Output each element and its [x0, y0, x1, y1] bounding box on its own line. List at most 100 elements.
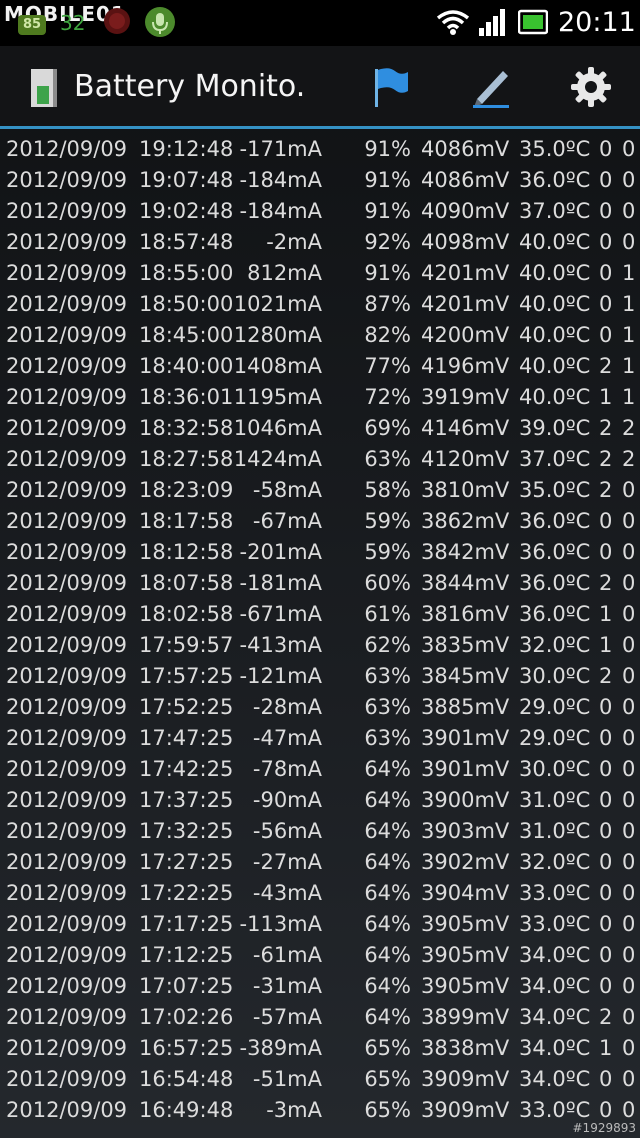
- log-flag-b: 0: [622, 168, 636, 192]
- log-temperature: 40.0ºC: [519, 323, 591, 347]
- log-temperature: 35.0ºC: [519, 137, 591, 161]
- log-current: -181mA: [239, 571, 322, 595]
- log-row[interactable]: 2012/09/09 17:57:25 -121mA 63% 3845mV 30.0ºC 2…: [0, 661, 640, 692]
- log-row[interactable]: 2012/09/09 18:07:58 -181mA 60% 3844mV 36.0ºC 2…: [0, 568, 640, 599]
- log-date: 2012/09/09: [6, 664, 128, 688]
- notification-badge: 85: [18, 15, 46, 35]
- log-flag-a: 2: [599, 664, 613, 688]
- log-current: 1408mA: [233, 354, 322, 378]
- log-current: -67mA: [252, 509, 322, 533]
- log-current: 1021mA: [233, 292, 322, 316]
- edit-icon: [473, 71, 509, 108]
- log-current: 1424mA: [233, 447, 322, 471]
- log-time: 18:07:58: [139, 571, 234, 595]
- log-current: -51mA: [252, 1067, 322, 1091]
- log-time: 18:55:00: [139, 261, 234, 285]
- log-row[interactable]: 2012/09/09 18:32:58 1046mA 69% 4146mV 39.0ºC 2…: [0, 413, 640, 444]
- log-current: -413mA: [239, 633, 322, 657]
- log-time: 16:57:25: [139, 1036, 234, 1060]
- app-screen: MOBILE01 85 32 20:11 Battery Monito. 201…: [0, 0, 640, 1138]
- log-flag-b: 0: [622, 664, 636, 688]
- log-temperature: 32.0ºC: [519, 850, 591, 874]
- log-percent: 61%: [364, 602, 411, 626]
- log-date: 2012/09/09: [6, 726, 128, 750]
- log-row[interactable]: 2012/09/09 19:07:48 -184mA 91% 4086mV 36.0ºC 0…: [0, 165, 640, 196]
- log-row[interactable]: 2012/09/09 17:17:25 -113mA 64% 3905mV 33.0ºC 0…: [0, 909, 640, 940]
- log-row[interactable]: 2012/09/09 16:57:25 -389mA 65% 3838mV 34.0ºC 1…: [0, 1033, 640, 1064]
- log-row[interactable]: 2012/09/09 17:59:57 -413mA 62% 3835mV 32.0ºC 1…: [0, 630, 640, 661]
- log-flag-b: 0: [622, 1067, 636, 1091]
- log-date: 2012/09/09: [6, 261, 128, 285]
- log-row[interactable]: 2012/09/09 18:12:58 -201mA 59% 3842mV 36.0ºC 0…: [0, 537, 640, 568]
- log-row[interactable]: 2012/09/09 18:50:00 1021mA 87% 4201mV 40.0ºC 0…: [0, 289, 640, 320]
- log-date: 2012/09/09: [6, 695, 128, 719]
- log-flag-a: 1: [599, 633, 613, 657]
- log-date: 2012/09/09: [6, 199, 128, 223]
- log-row[interactable]: 2012/09/09 18:23:09 -58mA 58% 3810mV 35.0ºC 2 0: [0, 475, 640, 506]
- log-row[interactable]: 2012/09/09 18:45:00 1280mA 82% 4200mV 40.0ºC 0…: [0, 320, 640, 351]
- log-date: 2012/09/09: [6, 385, 128, 409]
- log-time: 18:27:58: [139, 447, 234, 471]
- status-bar: MOBILE01 85 32 20:11: [0, 0, 640, 46]
- log-row[interactable]: 2012/09/09 16:49:48 -3mA 65% 3909mV 33.0ºC 0 0: [0, 1095, 640, 1126]
- log-row[interactable]: 2012/09/09 18:27:58 1424mA 63% 4120mV 37.0ºC 2…: [0, 444, 640, 475]
- log-flag-b: 1: [622, 292, 636, 316]
- log-row[interactable]: 2012/09/09 19:02:48 -184mA 91% 4090mV 37.0ºC 0…: [0, 196, 640, 227]
- log-flag-a: 0: [599, 137, 613, 161]
- settings-button[interactable]: [564, 60, 618, 114]
- log-row[interactable]: 2012/09/09 17:22:25 -43mA 64% 3904mV 33.0ºC 0 0: [0, 878, 640, 909]
- log-flag-b: 0: [622, 199, 636, 223]
- log-row[interactable]: 2012/09/09 18:36:01 1195mA 72% 3919mV 40.0ºC 1…: [0, 382, 640, 413]
- log-flag-a: 0: [599, 509, 613, 533]
- log-row[interactable]: 2012/09/09 17:32:25 -56mA 64% 3903mV 31.0ºC 0 0: [0, 816, 640, 847]
- log-time: 18:17:58: [139, 509, 234, 533]
- log-row[interactable]: 2012/09/09 18:55:00 812mA 91% 4201mV 40.0ºC 0 1: [0, 258, 640, 289]
- log-row[interactable]: 2012/09/09 18:17:58 -67mA 59% 3862mV 36.0ºC 0 0: [0, 506, 640, 537]
- log-temperature: 36.0ºC: [519, 602, 591, 626]
- log-row[interactable]: 2012/09/09 18:02:58 -671mA 61% 3816mV 36.0ºC 1…: [0, 599, 640, 630]
- log-current: -121mA: [239, 664, 322, 688]
- log-row[interactable]: 2012/09/09 17:27:25 -27mA 64% 3902mV 32.0ºC 0 0: [0, 847, 640, 878]
- log-row[interactable]: 2012/09/09 19:12:48 -171mA 91% 4086mV 35.0ºC 0…: [0, 134, 640, 165]
- log-flag-b: 0: [622, 943, 636, 967]
- log-date: 2012/09/09: [6, 1036, 128, 1060]
- log-date: 2012/09/09: [6, 323, 128, 347]
- log-percent: 82%: [364, 323, 411, 347]
- log-voltage: 3903mV: [421, 819, 510, 843]
- log-time: 18:40:00: [139, 354, 234, 378]
- log-row[interactable]: 2012/09/09 17:02:26 -57mA 64% 3899mV 34.0ºC 2 0: [0, 1002, 640, 1033]
- log-temperature: 40.0ºC: [519, 292, 591, 316]
- log-row[interactable]: 2012/09/09 17:42:25 -78mA 64% 3901mV 30.0ºC 0 0: [0, 754, 640, 785]
- log-flag-b: 2: [622, 416, 636, 440]
- log-percent: 60%: [364, 571, 411, 595]
- log-voltage: 3885mV: [421, 695, 510, 719]
- log-temperature: 36.0ºC: [519, 509, 591, 533]
- edit-button[interactable]: [464, 60, 518, 114]
- log-voltage: 3905mV: [421, 943, 510, 967]
- log-date: 2012/09/09: [6, 788, 128, 812]
- log-flag-a: 0: [599, 788, 613, 812]
- log-date: 2012/09/09: [6, 1005, 128, 1029]
- log-temperature: 30.0ºC: [519, 664, 591, 688]
- log-current: -56mA: [252, 819, 322, 843]
- log-flag-a: 2: [599, 416, 613, 440]
- log-voltage: 3905mV: [421, 912, 510, 936]
- log-voltage: 3904mV: [421, 881, 510, 905]
- log-temperature: 40.0ºC: [519, 385, 591, 409]
- log-voltage: 3845mV: [421, 664, 510, 688]
- battery-log-list[interactable]: 2012/09/09 19:12:48 -171mA 91% 4086mV 35.0ºC 0…: [0, 129, 640, 1129]
- log-temperature: 40.0ºC: [519, 261, 591, 285]
- log-row[interactable]: 2012/09/09 18:57:48 -2mA 92% 4098mV 40.0ºC 0 0: [0, 227, 640, 258]
- flag-button[interactable]: [364, 60, 418, 114]
- log-row[interactable]: 2012/09/09 17:52:25 -28mA 63% 3885mV 29.0ºC 0 0: [0, 692, 640, 723]
- log-temperature: 31.0ºC: [519, 819, 591, 843]
- log-flag-a: 0: [599, 323, 613, 347]
- log-row[interactable]: 2012/09/09 18:40:00 1408mA 77% 4196mV 40.0ºC 2…: [0, 351, 640, 382]
- log-row[interactable]: 2012/09/09 17:12:25 -61mA 64% 3905mV 34.0ºC 0 0: [0, 940, 640, 971]
- log-voltage: 4090mV: [421, 199, 510, 223]
- log-row[interactable]: 2012/09/09 17:07:25 -31mA 64% 3905mV 34.0ºC 0 0: [0, 971, 640, 1002]
- battery-icon: [518, 9, 548, 35]
- log-row[interactable]: 2012/09/09 17:47:25 -47mA 63% 3901mV 29.0ºC 0 0: [0, 723, 640, 754]
- log-row[interactable]: 2012/09/09 16:54:48 -51mA 65% 3909mV 34.0ºC 0 0: [0, 1064, 640, 1095]
- log-row[interactable]: 2012/09/09 17:37:25 -90mA 64% 3900mV 31.0ºC 0 0: [0, 785, 640, 816]
